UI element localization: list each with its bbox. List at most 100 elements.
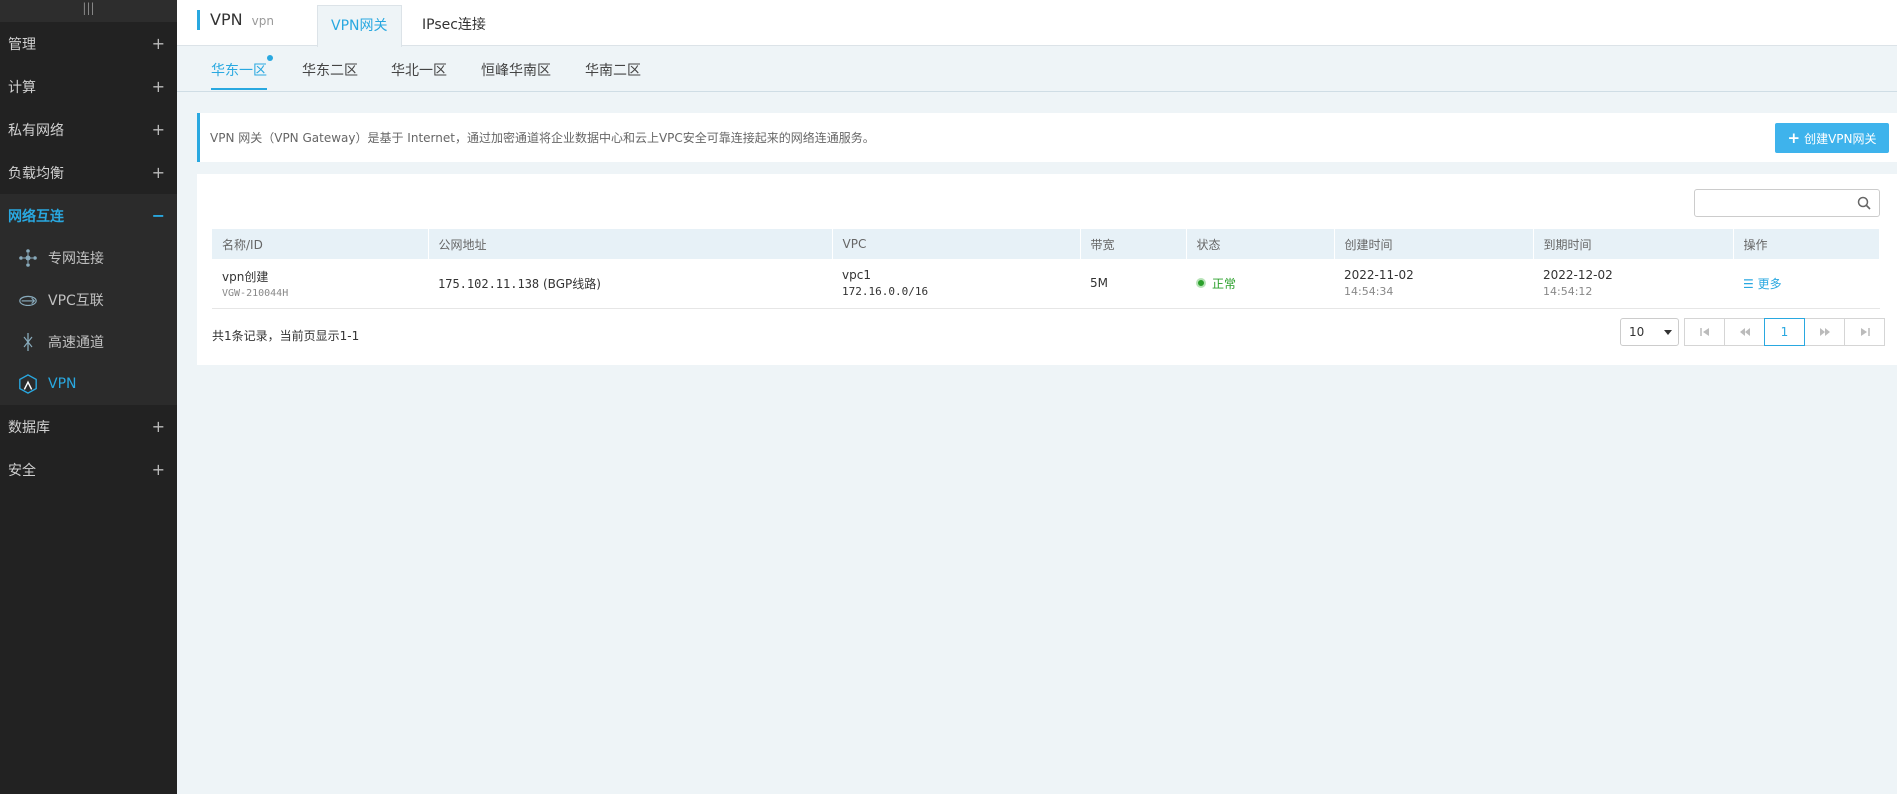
col-header-vpc: VPC (832, 229, 1081, 259)
status-text: 正常 (1212, 276, 1237, 291)
sidebar-group-management[interactable]: 管理 + (0, 22, 177, 65)
cell-vpc: vpc1 172.16.0.0/16 (832, 259, 1080, 308)
record-count: 共1条记录，当前页显示1-1 (212, 329, 360, 343)
first-page-button[interactable] (1684, 318, 1725, 346)
cell-name: vpn创建 VGW-210044H (212, 259, 428, 308)
sidebar-group-label: 安全 (8, 462, 36, 479)
sidebar-group-database[interactable]: 数据库 + (0, 405, 177, 448)
top-bar: VPN vpn VPN网关 IPsec连接 (177, 0, 1897, 47)
info-banner: VPN 网关（VPN Gateway）是基于 Internet，通过加密通道将企… (197, 113, 1897, 162)
sidebar-group-label: 负载均衡 (8, 165, 64, 182)
create-button-label: 创建VPN网关 (1804, 132, 1877, 146)
expand-icon: + (151, 163, 165, 182)
vpc-name: vpc1 (842, 268, 871, 283)
sidebar-item-label: VPN (48, 376, 77, 392)
link-icon (18, 290, 38, 310)
search-box (1694, 189, 1880, 217)
next-page-icon (1819, 328, 1830, 336)
col-header-expire-time: 到期时间 (1533, 229, 1734, 259)
region-tab-east-2[interactable]: 华东二区 (302, 60, 358, 90)
table-header-row: 名称/ID 公网地址 VPC 带宽 状态 创建时间 到期时间 操作 (212, 229, 1880, 259)
col-header-bandwidth: 带宽 (1080, 229, 1187, 259)
create-vpn-gateway-button[interactable]: + 创建VPN网关 (1775, 123, 1889, 153)
sidebar-group-compute[interactable]: 计算 + (0, 65, 177, 108)
status-badge: 正常 (1196, 275, 1236, 292)
sidebar-group-label: 计算 (8, 79, 36, 96)
plus-icon: + (1787, 129, 1801, 147)
expand-icon: + (151, 460, 165, 479)
cell-status: 正常 (1186, 259, 1334, 308)
tab-ipsec-connection[interactable]: IPsec连接 (409, 5, 499, 47)
region-tab-east-1[interactable]: 华东一区 (211, 55, 273, 90)
col-header-actions: 操作 (1733, 229, 1880, 259)
search-input[interactable] (1695, 190, 1845, 216)
expand-icon: + (151, 34, 165, 53)
sidebar-item-private-line[interactable]: 专网连接 (0, 237, 177, 279)
last-page-icon (1860, 328, 1870, 336)
sidebar-group-label: 数据库 (8, 419, 50, 436)
sidebar: ||| 管理 + 计算 + 私有网络 + 负载均衡 + 网络互连 − 专网连接 … (0, 0, 177, 794)
expire-time: 14:54:12 (1543, 285, 1593, 299)
channel-icon (18, 332, 38, 352)
search-icon[interactable] (1857, 196, 1871, 210)
region-tabs: 华东一区 华东二区 华北一区 恒峰华南区 华南二区 (177, 46, 1897, 92)
sidebar-submenu: 专网连接 VPC互联 高速通道 VPN (0, 237, 177, 405)
sidebar-group-label: 管理 (8, 36, 36, 53)
collapse-icon: − (151, 206, 165, 225)
more-actions-link[interactable]: ☰ 更多 (1743, 277, 1782, 291)
created-time: 14:54:34 (1344, 285, 1394, 299)
col-header-created-time: 创建时间 (1334, 229, 1534, 259)
page-number-button[interactable]: 1 (1764, 318, 1805, 346)
prev-page-icon (1739, 328, 1750, 336)
sidebar-group-load-balancing[interactable]: 负载均衡 + (0, 151, 177, 194)
sidebar-collapse-handle[interactable]: ||| (0, 0, 177, 22)
expand-icon: + (151, 417, 165, 436)
active-dot-icon (267, 55, 273, 61)
table-row: vpn创建 VGW-210044H 175.102.11.138 (BGP线路)… (212, 259, 1880, 308)
expire-date: 2022-12-02 (1543, 268, 1613, 283)
region-tab-hengfeng-south[interactable]: 恒峰华南区 (481, 60, 551, 90)
page-subtitle: vpn (251, 14, 274, 28)
vpn-shield-icon (18, 374, 38, 394)
col-header-public-ip: 公网地址 (428, 229, 833, 259)
sidebar-item-label: 专网连接 (48, 251, 104, 267)
last-page-button[interactable] (1844, 318, 1885, 346)
gateway-id: VGW-210044H (222, 287, 289, 299)
col-header-name: 名称/ID (212, 229, 429, 259)
first-page-icon (1699, 328, 1709, 336)
sidebar-item-vpn[interactable]: VPN (0, 363, 177, 405)
sidebar-group-label: 网络互连 (8, 208, 64, 225)
page-size-value: 10 (1629, 325, 1645, 339)
created-date: 2022-11-02 (1344, 268, 1414, 283)
pagination: 1 (1684, 318, 1885, 346)
gateway-list-panel: 名称/ID 公网地址 VPC 带宽 状态 创建时间 到期时间 操作 vpn创建 … (197, 174, 1897, 365)
page-title-text: VPN (210, 10, 243, 29)
sidebar-group-private-network[interactable]: 私有网络 + (0, 108, 177, 151)
vpc-cidr: 172.16.0.0/16 (842, 285, 929, 299)
cell-created-time: 2022-11-02 14:54:34 (1334, 259, 1533, 308)
col-header-status: 状态 (1186, 229, 1335, 259)
sidebar-item-express-channel[interactable]: 高速通道 (0, 321, 177, 363)
gateway-table: 名称/ID 公网地址 VPC 带宽 状态 创建时间 到期时间 操作 vpn创建 … (212, 229, 1880, 309)
prev-page-button[interactable] (1724, 318, 1765, 346)
gateway-name: vpn创建 (222, 269, 269, 284)
status-dot-icon (1196, 278, 1206, 289)
expand-icon: + (151, 77, 165, 96)
tab-vpn-gateway[interactable]: VPN网关 (317, 5, 402, 47)
sidebar-group-security[interactable]: 安全 + (0, 448, 177, 491)
nodes-icon (18, 248, 38, 268)
sidebar-group-network-interconnect[interactable]: 网络互连 − (0, 194, 177, 237)
sidebar-item-vpc-peering[interactable]: VPC互联 (0, 279, 177, 321)
sidebar-group-label: 私有网络 (8, 122, 64, 139)
cell-public-ip: 175.102.11.138 (BGP线路) (428, 259, 832, 308)
region-tab-south-2[interactable]: 华南二区 (585, 60, 641, 90)
page-size-select[interactable]: 10 (1620, 318, 1679, 346)
region-tab-north-1[interactable]: 华北一区 (391, 60, 447, 90)
caret-down-icon (1664, 330, 1672, 335)
sidebar-item-label: VPC互联 (48, 293, 104, 309)
banner-description: VPN 网关（VPN Gateway）是基于 Internet，通过加密通道将企… (210, 131, 875, 145)
line-type: (BGP线路) (542, 276, 601, 291)
next-page-button[interactable] (1804, 318, 1845, 346)
cell-bandwidth: 5M (1090, 276, 1108, 291)
page-title: VPN vpn (197, 10, 274, 30)
